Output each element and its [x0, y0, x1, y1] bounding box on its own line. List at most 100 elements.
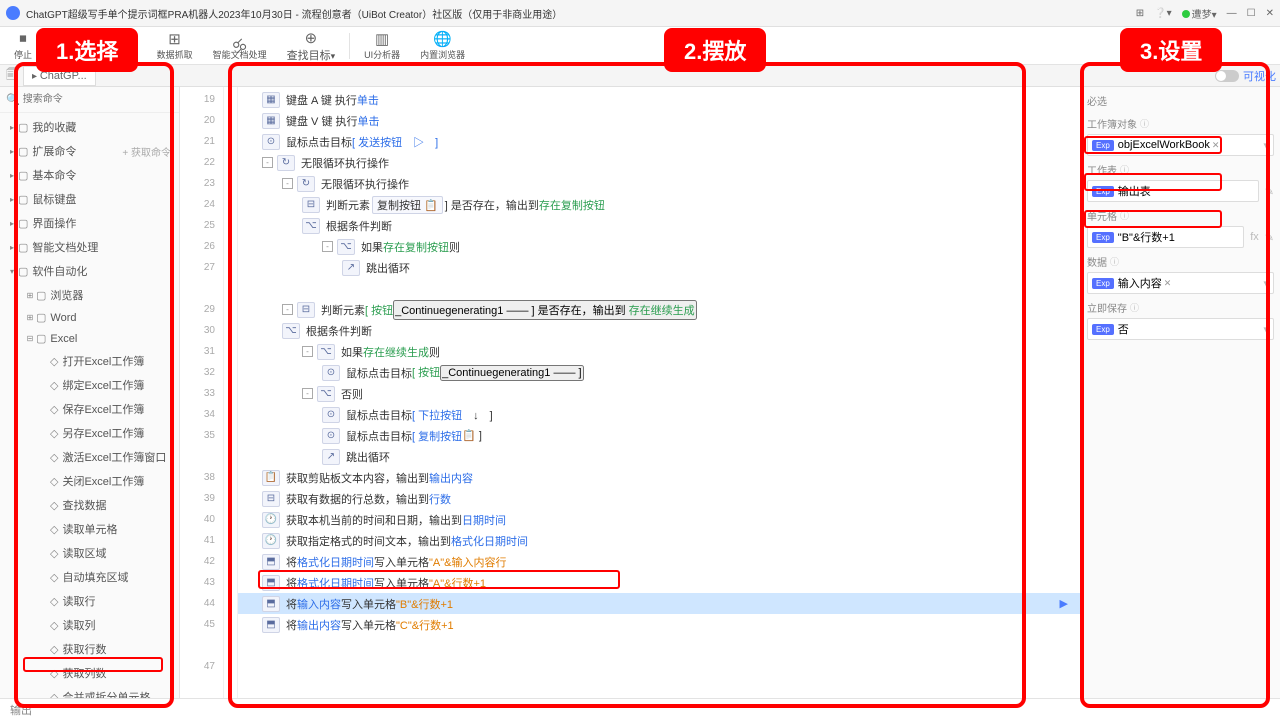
- code-line[interactable]: ⌥根据条件判断: [238, 320, 1080, 341]
- sidebar-item[interactable]: ▸▢鼠标键盘: [0, 187, 179, 211]
- sidebar-item[interactable]: ◇读取列: [0, 613, 179, 637]
- code-line[interactable]: 🕐获取本机当前的时间和日期，输出到 日期时间: [238, 509, 1080, 530]
- line-number: 42: [180, 551, 223, 572]
- sidebar-item[interactable]: ▸▢界面操作: [0, 211, 179, 235]
- sidebar-item[interactable]: ▾▢软件自动化: [0, 259, 179, 283]
- ocr-button[interactable]: 🝰智能文档处理: [203, 28, 277, 64]
- code-line[interactable]: ▦键盘 V 键 执行 单击: [238, 110, 1080, 131]
- code-line[interactable]: ⊙鼠标点击目标 [ 复制按钮 📋 ]: [238, 425, 1080, 446]
- cmd-icon: ⊙: [262, 134, 280, 150]
- cmd-icon: ⬒: [262, 554, 280, 570]
- collapse-icon[interactable]: -: [322, 241, 333, 252]
- sidebar-item[interactable]: ◇读取行: [0, 589, 179, 613]
- browser-button[interactable]: 🌐内置浏览器: [410, 28, 475, 64]
- code-line[interactable]: [238, 278, 1080, 299]
- play-icon[interactable]: ▶: [1060, 597, 1068, 610]
- sidebar-item[interactable]: ◇绑定Excel工作簿: [0, 373, 179, 397]
- app-icon: [6, 6, 20, 20]
- line-number: 47: [180, 656, 223, 677]
- sidebar-item[interactable]: ◇另存Excel工作簿: [0, 421, 179, 445]
- timeline-button[interactable]: ⏱时间线▾: [42, 28, 100, 64]
- code-line[interactable]: ⊟获取有数据的行总数，输出到 行数: [238, 488, 1080, 509]
- code-line[interactable]: ⬒将 格式化日期时间 写入单元格 "A"&行数+1: [238, 572, 1080, 593]
- prop-save-field[interactable]: Exp否▾: [1087, 318, 1274, 340]
- code-line[interactable]: -⊟判断元素 [ 按钮_Continuegenerating1 —— ] 是否存…: [238, 299, 1080, 320]
- fx-icon[interactable]: fx: [1250, 231, 1259, 243]
- sidebar-item[interactable]: ▸▢基本命令: [0, 163, 179, 187]
- titlebar: ChatGPT超级写手单个提示词框PRA机器人2023年10月30日 - 流程创…: [0, 0, 1280, 27]
- sidebar-item[interactable]: ◇获取行数: [0, 637, 179, 661]
- code-line[interactable]: 🕐获取指定格式的时间文本，输出到 格式化日期时间: [238, 530, 1080, 551]
- grid-icon[interactable]: ⊞: [1136, 8, 1144, 19]
- sidebar-item[interactable]: ▸▢扩展命令+ 获取命令: [0, 139, 179, 163]
- record-button[interactable]: ⏺录制: [109, 28, 147, 64]
- sidebar-item[interactable]: ◇读取区域: [0, 541, 179, 565]
- prop-obj-field[interactable]: ExpobjExcelWorkBook✕▾: [1087, 134, 1274, 156]
- sidebar-item[interactable]: ◇打开Excel工作簿: [0, 349, 179, 373]
- help-icon[interactable]: ❔▾: [1154, 8, 1171, 19]
- code-line[interactable]: ↗跳出循环: [238, 257, 1080, 278]
- code-editor[interactable]: 1920212223242526272930313233343538394041…: [180, 87, 1080, 718]
- sidebar-item[interactable]: ◇获取列数: [0, 661, 179, 685]
- cmd-icon: ⊟: [297, 302, 315, 318]
- collapse-icon[interactable]: -: [282, 304, 293, 315]
- cmd-icon: ⌥: [282, 323, 300, 339]
- cmd-icon: ↗: [342, 260, 360, 276]
- prop-cell-field[interactable]: Exp"B"&行数+1: [1087, 226, 1244, 248]
- stop-button[interactable]: ⏹停止: [4, 28, 42, 64]
- collapse-icon[interactable]: -: [302, 388, 313, 399]
- sidebar-item[interactable]: ◇自动填充区域: [0, 565, 179, 589]
- code-line[interactable]: ⬒将 输出内容 写入单元格 "C"&行数+1: [238, 614, 1080, 635]
- minimize-icon[interactable]: —: [1227, 8, 1237, 19]
- code-line[interactable]: ⊙鼠标点击目标 [ 按钮_Continuegenerating1 —— ]: [238, 362, 1080, 383]
- analyzer-button[interactable]: ▥UI分析器: [354, 28, 410, 64]
- collapse-icon[interactable]: -: [262, 157, 273, 168]
- code-line[interactable]: ↗跳出循环: [238, 446, 1080, 467]
- code-line[interactable]: -⌥如果 存在继续生成 则: [238, 341, 1080, 362]
- code-line[interactable]: ⬒将 格式化日期时间 写入单元格 "A"&输入内容行: [238, 551, 1080, 572]
- code-line[interactable]: -↻无限循环执行操作: [238, 173, 1080, 194]
- switch-icon[interactable]: [1215, 70, 1239, 82]
- search-input[interactable]: [20, 91, 173, 108]
- code-line[interactable]: -⌥如果 存在复制按钮 则: [238, 236, 1080, 257]
- sidebar-item[interactable]: ◇关闭Excel工作簿: [0, 469, 179, 493]
- prop-sheet-field[interactable]: Exp输出表: [1087, 180, 1259, 202]
- edit-icon[interactable]: ✎: [1265, 185, 1274, 198]
- edit-icon[interactable]: ✎: [1265, 231, 1274, 244]
- prop-data-field[interactable]: Exp输入内容✕▾: [1087, 272, 1274, 294]
- visual-toggle[interactable]: 可视化: [1215, 68, 1276, 84]
- sidebar-item[interactable]: ⊞▢浏览器: [0, 283, 179, 307]
- close-icon[interactable]: ✕: [1266, 8, 1274, 19]
- sidebar-item[interactable]: ◇查找数据: [0, 493, 179, 517]
- code-line[interactable]: -⌥否则: [238, 383, 1080, 404]
- sidebar-item[interactable]: ▸▢我的收藏: [0, 115, 179, 139]
- code-line[interactable]: 📋获取剪贴板文本内容，输出到 输出内容: [238, 467, 1080, 488]
- sidebar-item[interactable]: ▸▢智能文档处理: [0, 235, 179, 259]
- code-line[interactable]: ▦键盘 A 键 执行 单击: [238, 89, 1080, 110]
- user-menu[interactable]: 遭梦▾: [1182, 6, 1217, 21]
- line-number: 20: [180, 110, 223, 131]
- tab-current[interactable]: ▸ ChatGP...: [23, 66, 96, 86]
- find-button[interactable]: ⊕查找目标▾: [277, 28, 346, 64]
- sidebar-item[interactable]: ◇保存Excel工作簿: [0, 397, 179, 421]
- cmd-icon: ⊟: [302, 197, 320, 213]
- sidebar-item[interactable]: ⊟▢Excel: [0, 328, 179, 349]
- line-number: 34: [180, 404, 223, 425]
- code-line[interactable]: -↻无限循环执行操作: [238, 152, 1080, 173]
- collapse-icon[interactable]: -: [282, 178, 293, 189]
- collapse-icon[interactable]: -: [302, 346, 313, 357]
- files-icon[interactable]: 🗐: [6, 66, 17, 85]
- maximize-icon[interactable]: ☐: [1247, 8, 1256, 19]
- data-button[interactable]: ⊞数据抓取: [147, 28, 203, 64]
- code-line[interactable]: ⌥根据条件判断: [238, 215, 1080, 236]
- code-line[interactable]: ⬒将 输入内容 写入单元格 "B"&行数+1▶: [238, 593, 1080, 614]
- code-line[interactable]: ⊙鼠标点击目标 [ 发送按钮 ▷ ]: [238, 131, 1080, 152]
- line-number: [180, 635, 223, 656]
- window-title: ChatGPT超级写手单个提示词框PRA机器人2023年10月30日 - 流程创…: [26, 6, 1136, 21]
- sidebar-item[interactable]: ⊞▢Word: [0, 307, 179, 328]
- code-line[interactable]: ⊟判断元素 复制按钮 📋 ] 是否存在，输出到 存在复制按钮: [238, 194, 1080, 215]
- sidebar-item[interactable]: ◇读取单元格: [0, 517, 179, 541]
- code-line[interactable]: ⊙鼠标点击目标 [ 下拉按钮 ↓ ]: [238, 404, 1080, 425]
- sidebar-item[interactable]: ◇激活Excel工作簿窗口: [0, 445, 179, 469]
- output-label[interactable]: 输出: [10, 702, 32, 718]
